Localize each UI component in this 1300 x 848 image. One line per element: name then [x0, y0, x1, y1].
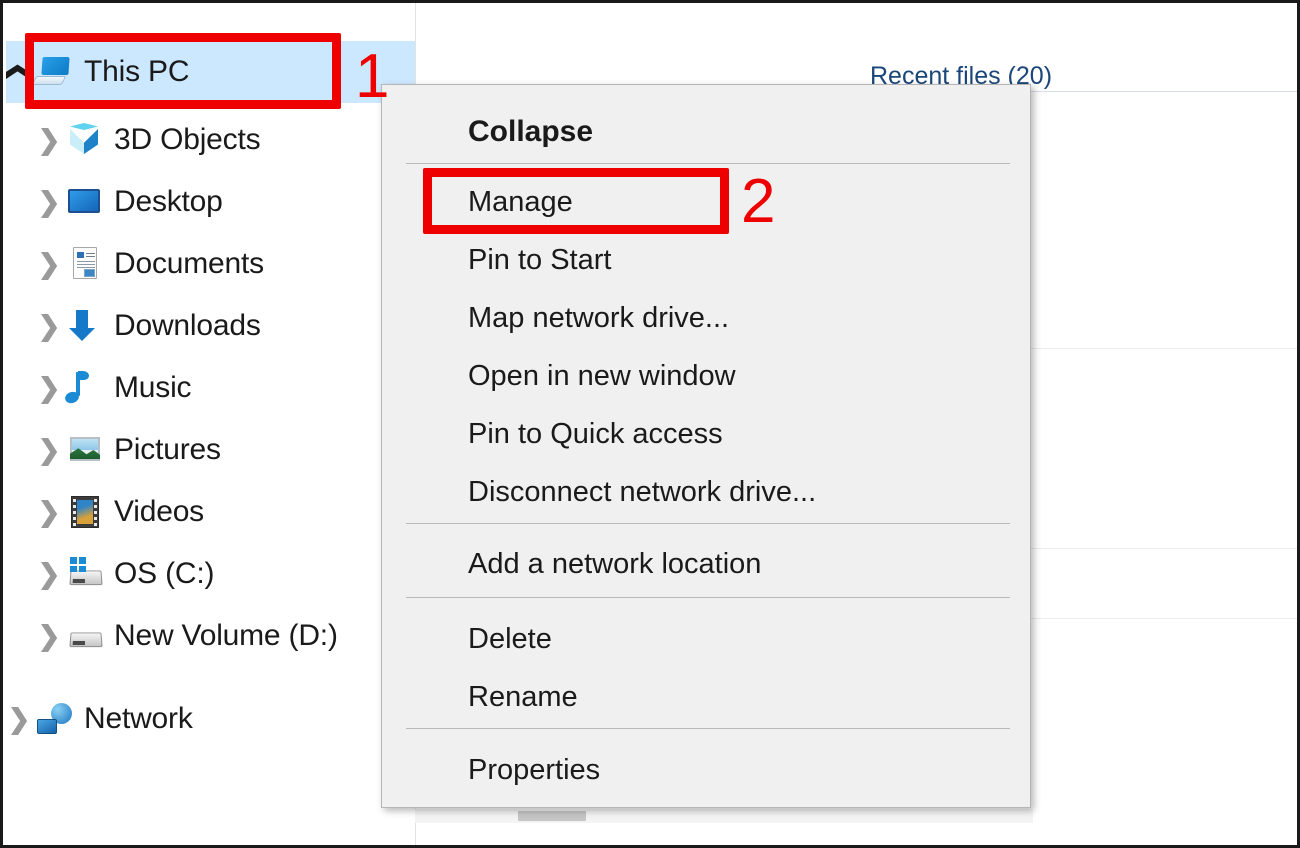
chevron-right-icon[interactable]: ❯ — [36, 375, 62, 402]
menu-separator — [406, 163, 1010, 164]
menu-item-map-network-drive[interactable]: Map network drive... — [406, 289, 1010, 347]
sidebar-item-music[interactable]: ❯ Music — [6, 357, 415, 419]
menu-item-disconnect-network-drive[interactable]: Disconnect network drive... — [406, 463, 1010, 521]
sidebar-item-label: Network — [84, 702, 193, 736]
this-pc-icon — [32, 52, 76, 92]
chevron-right-icon[interactable]: ❯ — [6, 706, 32, 733]
screenshot-frame: Recent files (20) .png .png .png ❮ This … — [0, 0, 1300, 848]
chevron-right-icon[interactable]: ❯ — [36, 189, 62, 216]
music-icon — [62, 368, 106, 408]
menu-item-collapse[interactable]: Collapse — [406, 103, 1010, 161]
sidebar-item-label: 3D Objects — [114, 123, 260, 157]
sidebar-item-label: Downloads — [114, 309, 261, 343]
sidebar-item-os-c[interactable]: ❯ OS (C:) — [6, 543, 415, 605]
sidebar-item-videos[interactable]: ❯ Videos — [6, 481, 415, 543]
menu-separator — [406, 597, 1010, 598]
chevron-right-icon[interactable]: ❯ — [36, 251, 62, 278]
sidebar-item-new-volume-d[interactable]: ❯ New Volume (D:) — [6, 605, 415, 667]
sidebar-item-this-pc[interactable]: ❮ This PC — [6, 41, 415, 103]
videos-icon — [62, 492, 106, 532]
documents-icon — [62, 244, 106, 284]
annotation-step-number-1: 1 — [355, 46, 389, 108]
navigation-pane: ❮ This PC ❯ 3D Objects ❯ Desktop ❯ — [6, 6, 415, 848]
sidebar-item-desktop[interactable]: ❯ Desktop — [6, 171, 415, 233]
downloads-icon — [62, 306, 106, 346]
sidebar-item-downloads[interactable]: ❯ Downloads — [6, 295, 415, 357]
chevron-right-icon[interactable]: ❯ — [36, 623, 62, 650]
os-drive-icon — [62, 554, 106, 594]
menu-item-properties[interactable]: Properties — [406, 741, 1010, 799]
sidebar-item-label: New Volume (D:) — [114, 619, 338, 653]
menu-item-delete[interactable]: Delete — [406, 610, 1010, 668]
sidebar-item-network[interactable]: ❯ Network — [6, 688, 415, 750]
network-icon — [32, 699, 76, 739]
menu-separator — [406, 728, 1010, 729]
chevron-right-icon[interactable]: ❯ — [36, 127, 62, 154]
drive-icon — [62, 616, 106, 656]
menu-separator — [406, 523, 1010, 524]
horizontal-scrollbar-thumb[interactable] — [518, 811, 586, 821]
menu-item-pin-to-start[interactable]: Pin to Start — [406, 231, 1010, 289]
sidebar-item-label: Pictures — [114, 433, 221, 467]
menu-item-add-a-network-location[interactable]: Add a network location — [406, 535, 1010, 593]
sidebar-item-label: Desktop — [114, 185, 223, 219]
sidebar-item-3d-objects[interactable]: ❯ 3D Objects — [6, 109, 415, 171]
pictures-icon — [62, 430, 106, 470]
chevron-right-icon[interactable]: ❯ — [36, 561, 62, 588]
chevron-down-icon[interactable]: ❮ — [6, 59, 33, 85]
chevron-right-icon[interactable]: ❯ — [36, 313, 62, 340]
sidebar-item-label: This PC — [84, 55, 189, 89]
sidebar-item-pictures[interactable]: ❯ Pictures — [6, 419, 415, 481]
sidebar-item-label: Documents — [114, 247, 264, 281]
horizontal-scrollbar-track[interactable] — [383, 809, 1033, 823]
sidebar-item-label: Music — [114, 371, 191, 405]
chevron-right-icon[interactable]: ❯ — [36, 437, 62, 464]
sidebar-item-label: OS (C:) — [114, 557, 214, 591]
menu-item-pin-to-quick-access[interactable]: Pin to Quick access — [406, 405, 1010, 463]
3d-objects-icon — [62, 120, 106, 160]
annotation-step-number-2: 2 — [741, 171, 775, 233]
menu-item-open-in-new-window[interactable]: Open in new window — [406, 347, 1010, 405]
menu-item-manage[interactable]: Manage — [406, 173, 1010, 231]
sidebar-item-documents[interactable]: ❯ Documents — [6, 233, 415, 295]
chevron-right-icon[interactable]: ❯ — [36, 499, 62, 526]
desktop-icon — [62, 182, 106, 222]
sidebar-item-label: Videos — [114, 495, 204, 529]
context-menu: Collapse Manage Pin to Start Map network… — [381, 84, 1031, 808]
menu-item-rename[interactable]: Rename — [406, 668, 1010, 726]
